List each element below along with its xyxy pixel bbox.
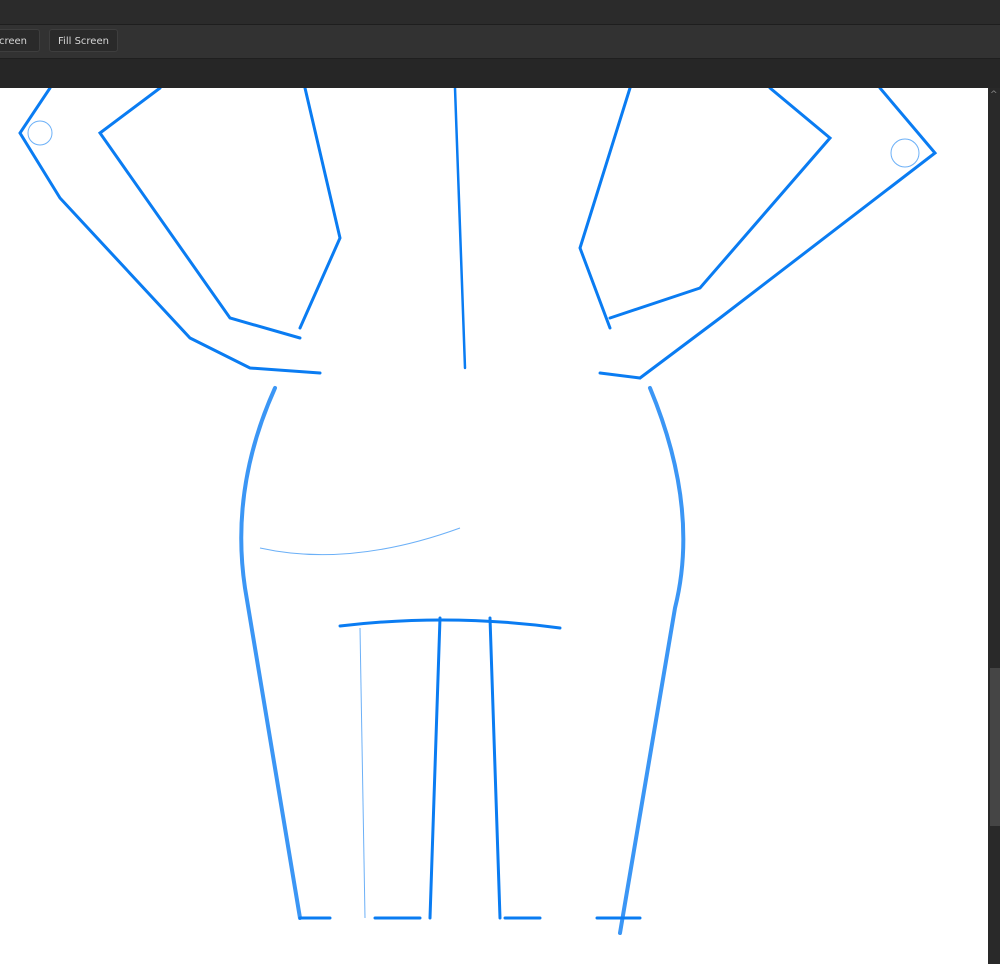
- scrollbar-thumb[interactable]: [990, 668, 1000, 826]
- stroke-left-leg-outer: [239, 386, 302, 920]
- stroke-left-torso: [298, 88, 342, 330]
- sketch-artwork: [18, 88, 938, 935]
- fit-screen-button[interactable]: Fit Screen: [0, 29, 40, 52]
- menu-bar: [0, 0, 1000, 25]
- chevron-up-icon[interactable]: ^: [990, 90, 998, 100]
- stroke-left-forearm: [97, 88, 302, 340]
- stroke-left-elbow: [27, 120, 53, 146]
- options-bar: Fit Screen Fill Screen: [0, 25, 1000, 59]
- stroke-guide-leg: [359, 627, 366, 919]
- drawing-canvas[interactable]: [0, 88, 988, 964]
- stroke-guide-left: [259, 527, 461, 556]
- stroke-spine: [453, 88, 467, 370]
- stroke-left-leg-inner: [428, 616, 442, 920]
- document-tab-bar: [0, 59, 1000, 88]
- stroke-right-leg-outer: [618, 386, 686, 935]
- stroke-right-leg-inner: [488, 616, 502, 920]
- stroke-hip-line: [338, 618, 562, 630]
- stroke-right-forearm: [608, 88, 833, 320]
- stroke-right-arm: [598, 88, 938, 380]
- fill-screen-button[interactable]: Fill Screen: [49, 29, 118, 52]
- stroke-right-torso: [578, 88, 632, 330]
- vertical-scrollbar[interactable]: ^: [988, 88, 1000, 964]
- stroke-right-elbow: [890, 138, 920, 168]
